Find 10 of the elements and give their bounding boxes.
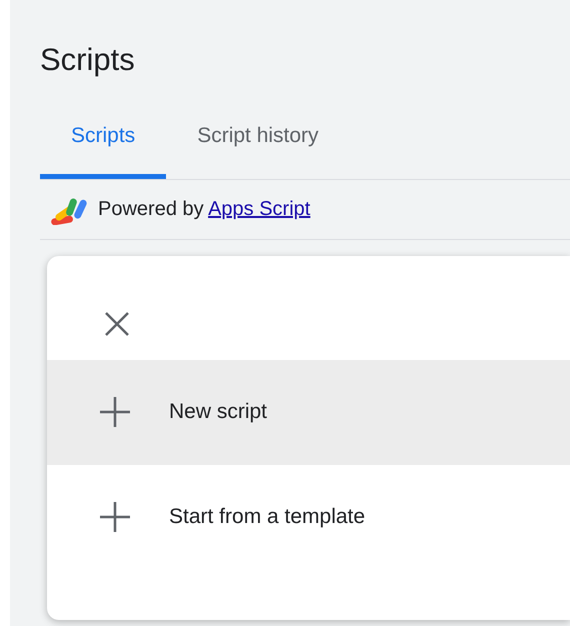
powered-by-label: Powered by: [98, 198, 204, 220]
plus-icon: [99, 396, 131, 428]
tab[interactable]: Scripts: [40, 112, 166, 178]
menu-item[interactable]: New script: [47, 360, 570, 464]
menu-item[interactable]: Start from a template: [47, 464, 570, 570]
tab[interactable]: Script history: [166, 112, 350, 178]
page-title: Scripts: [39, 41, 135, 79]
plus-icon: [99, 501, 131, 533]
close-icon: [104, 310, 130, 336]
apps-script-link[interactable]: Apps Script: [208, 198, 310, 220]
